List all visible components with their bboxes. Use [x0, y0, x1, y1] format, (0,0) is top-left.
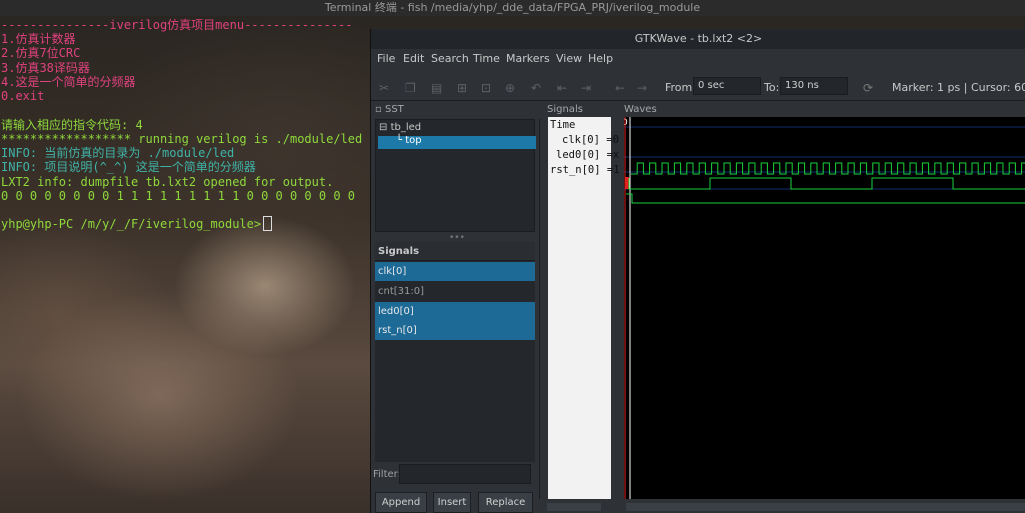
- dumpfile-line: LXT2 info: dumpfile tb.lxt2 opened for o…: [1, 175, 334, 189]
- to-input[interactable]: 130 ns: [780, 77, 848, 95]
- menu-item: 3.仿真38译码器: [1, 61, 90, 75]
- signal-item-rst-n[interactable]: rst_n[0]: [375, 321, 535, 340]
- gtkwave-title-bar: GTKWave - tb.lxt2 <2>: [371, 29, 1025, 49]
- undo-icon[interactable]: ↶: [531, 81, 541, 95]
- sst-tree[interactable]: ⊟ tb_led └ top: [375, 119, 536, 232]
- tree-item-tb-led[interactable]: ⊟ tb_led: [379, 122, 421, 133]
- menu-edit[interactable]: Edit: [403, 52, 424, 65]
- terminal-title-bar: Terminal 终端 - fish /media/yhp/_dde_data/…: [0, 0, 1025, 16]
- signal-item-led0[interactable]: led0[0]: [375, 302, 535, 321]
- running-line: ****************** running verilog is ./…: [1, 132, 363, 146]
- rst-n-waveform: [626, 193, 1025, 204]
- text-cursor: [263, 216, 273, 231]
- led0-waveform: [628, 177, 1025, 190]
- zoom-fit-icon[interactable]: ⊡: [481, 81, 491, 95]
- shell-prompt[interactable]: yhp@yhp-PC /m/y/_/F/iverilog_module>: [1, 216, 273, 232]
- led0-unknown-segment: [625, 177, 629, 189]
- menu-file[interactable]: File: [377, 52, 395, 65]
- sst-header: ▫ SST: [375, 104, 404, 115]
- from-input[interactable]: 0 sec: [693, 77, 761, 95]
- menu-markers[interactable]: Markers: [506, 52, 550, 65]
- pane-divider[interactable]: [539, 119, 544, 499]
- tree-item-top[interactable]: └ top: [396, 135, 422, 146]
- sst-header-label: SST: [384, 104, 404, 115]
- tree-label: tb_led: [390, 122, 422, 133]
- menu-bar: File Edit Search Time Markers View Help: [371, 49, 1025, 69]
- info-line: INFO: 当前仿真的目录为 ./module/led: [1, 146, 235, 160]
- replace-button[interactable]: Replace: [478, 492, 533, 513]
- time-label: Time: [550, 119, 576, 131]
- toolbar: ✂ ❐ ▤ ⊞ ⊡ ⊕ ↶ ⇤ ⇥ ← → From: 0 sec To: 13…: [371, 71, 1025, 101]
- tree-label: top: [405, 135, 422, 146]
- output-line: 0 0 0 0 0 0 0 0 1 1 1 1 1 1 1 1 1 0 0 0 …: [1, 189, 356, 203]
- to-label: To:: [764, 81, 780, 94]
- append-button[interactable]: Append: [375, 492, 427, 513]
- signal-name-row[interactable]: rst_n[0] =1: [550, 164, 620, 176]
- info-line: INFO: 项目说明(^_^) 这是一个简单的分频器: [1, 160, 256, 174]
- waves-header: Waves: [624, 104, 657, 115]
- menu-item: 2.仿真7位CRC: [1, 46, 81, 60]
- menu-search[interactable]: Search: [431, 52, 469, 65]
- paste-icon[interactable]: ▤: [431, 81, 442, 95]
- back-arrow-icon[interactable]: ←: [615, 81, 625, 95]
- filter-label: Filter:: [373, 469, 401, 480]
- zoom-start-icon[interactable]: ⇤: [557, 81, 567, 95]
- waveform-viewer[interactable]: 0: [624, 117, 1025, 499]
- menu-item: 4.这是一个简单的分频器: [1, 75, 136, 89]
- forward-arrow-icon[interactable]: →: [637, 81, 647, 95]
- insert-button[interactable]: Insert: [433, 492, 471, 513]
- zoom-end-icon[interactable]: ⇥: [581, 81, 591, 95]
- signal-item-cnt[interactable]: cnt[31:0]: [375, 282, 535, 301]
- signal-name-row[interactable]: clk[0] =0: [562, 134, 619, 146]
- signal-names-header: Signals: [547, 104, 583, 115]
- signal-names-scrollbar[interactable]: [547, 503, 601, 511]
- select-all-icon[interactable]: ⊞: [457, 81, 467, 95]
- from-label: From:: [665, 81, 696, 94]
- signal-item-clk[interactable]: clk[0]: [375, 262, 535, 281]
- shell-prompt-text: yhp@yhp-PC /m/y/_/F/iverilog_module>: [1, 217, 262, 231]
- waves-scrollbar[interactable]: [626, 503, 1025, 511]
- menu-help[interactable]: Help: [588, 52, 613, 65]
- waveform-canvas: 0: [624, 117, 1025, 499]
- menu-time[interactable]: Time: [473, 52, 500, 65]
- signals-list-header: Signals: [375, 242, 535, 261]
- marker-cursor-readout: Marker: 1 ps | Cursor: 600 ps: [892, 81, 1025, 94]
- gtkwave-window[interactable]: GTKWave - tb.lxt2 <2> File Edit Search T…: [370, 29, 1025, 513]
- menu-item: 0.exit: [1, 89, 45, 103]
- cut-icon[interactable]: ✂: [379, 81, 389, 95]
- signal-name-row[interactable]: led0[0] =x: [556, 149, 619, 161]
- menu-item: 1.仿真计数器: [1, 32, 76, 46]
- menu-header: ---------------iverilog仿真项目menu---------…: [1, 18, 353, 32]
- signals-list[interactable]: Signals clk[0] cnt[31:0] led0[0] rst_n[0…: [375, 242, 535, 462]
- input-prompt-line: 请输入相应的指令代码: 4: [1, 118, 143, 132]
- filter-input[interactable]: [399, 464, 531, 484]
- zoom-in-icon[interactable]: ⊕: [505, 81, 515, 95]
- signal-names-pane[interactable]: Time clk[0] =0 led0[0] =x rst_n[0] =1: [548, 117, 620, 499]
- reload-icon[interactable]: ⟳: [863, 81, 873, 95]
- menu-view[interactable]: View: [556, 52, 582, 65]
- copy-icon[interactable]: ❐: [405, 81, 416, 95]
